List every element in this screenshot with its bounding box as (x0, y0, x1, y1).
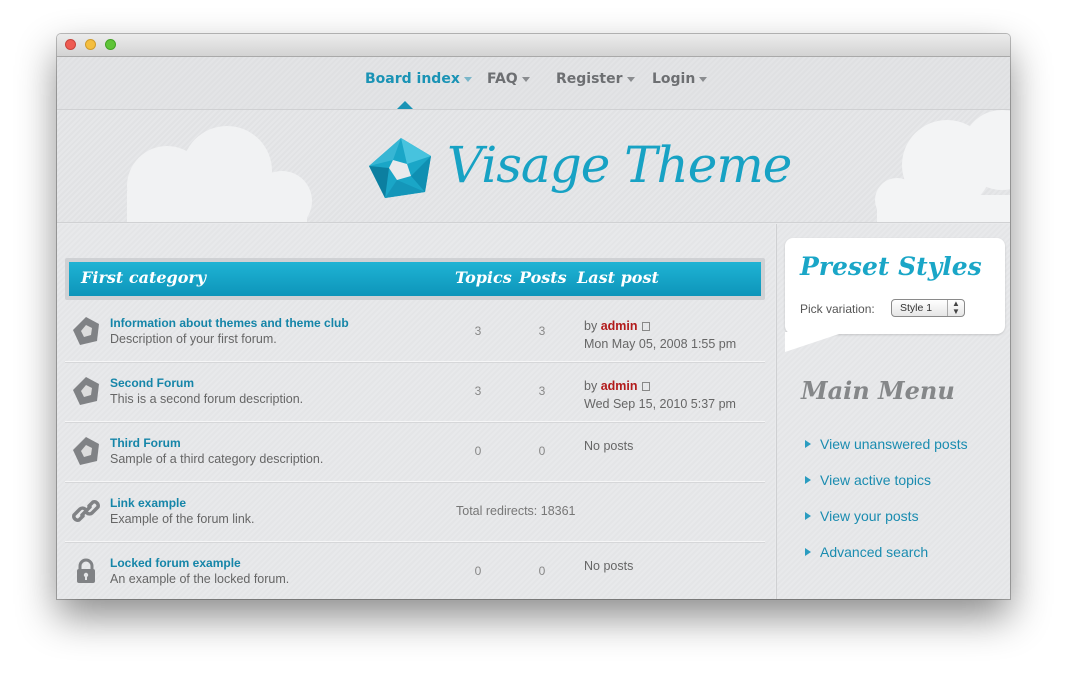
menu-link-label: View unanswered posts (820, 436, 968, 452)
col-posts-header: Posts (519, 268, 567, 287)
selected-style-value: Style 1 (900, 302, 933, 314)
last-post-by: by (584, 319, 598, 333)
forum-title-link[interactable]: Link example (110, 496, 186, 510)
menu-link-label: View active topics (820, 472, 932, 488)
bullet-arrow-icon (805, 548, 811, 556)
zoom-window-button[interactable] (105, 39, 116, 50)
forum-row: Locked forum example An example of the l… (65, 542, 765, 599)
posts-count: 0 (538, 444, 546, 458)
posts-count: 3 (538, 384, 546, 398)
nav-register-label: Register (556, 71, 623, 87)
col-topics-header: Topics (455, 268, 512, 287)
forum-read-icon (73, 437, 99, 465)
visage-logo-icon (369, 138, 431, 198)
forum-description: Description of your first forum. (110, 332, 277, 346)
last-post-date: Mon May 05, 2008 1:55 pm (584, 337, 737, 351)
posts-count: 3 (538, 324, 546, 338)
menu-link-label: View your posts (820, 508, 919, 524)
menu-link-your-posts[interactable]: View your posts (805, 508, 919, 524)
forum-title-link[interactable]: Locked forum example (110, 556, 241, 570)
logo-text: Visage Theme (447, 136, 792, 194)
last-post-by: by (584, 379, 598, 393)
col-last-post-header: Last post (577, 268, 659, 287)
menu-link-label: Advanced search (820, 544, 929, 560)
forum-title-link[interactable]: Information about themes and theme club (110, 316, 349, 330)
last-post-author-link[interactable]: admin (601, 379, 638, 393)
forum-description: An example of the locked forum. (110, 572, 290, 586)
pick-variation-label: Pick variation: (800, 302, 875, 316)
last-post-author-link[interactable]: admin (601, 319, 638, 333)
last-post-info: by admin Mon May 05, 2008 1:55 pm (584, 317, 736, 353)
bullet-arrow-icon (805, 476, 811, 484)
chevron-down-icon (521, 76, 530, 82)
main-menu-title: Main Menu (801, 376, 955, 405)
category-header: First category Topics Posts Last post (69, 262, 761, 296)
menu-link-advanced-search[interactable]: Advanced search (805, 544, 928, 560)
forum-description: This is a second forum description. (110, 392, 304, 406)
style-variation-select[interactable]: Style 1 ▲ ▼ (891, 299, 965, 317)
menu-link-active-topics[interactable]: View active topics (805, 472, 931, 488)
forum-row: Second Forum This is a second forum desc… (65, 362, 765, 422)
category-title[interactable]: First category (81, 268, 206, 287)
view-latest-post-icon[interactable] (641, 322, 650, 331)
chevron-down-icon (699, 76, 708, 82)
select-arrows-icon: ▲ ▼ (947, 300, 964, 316)
speech-tail-icon (785, 332, 845, 352)
forum-list: First category Topics Posts Last post In… (57, 224, 775, 599)
bullet-arrow-icon (805, 440, 811, 448)
nav-register[interactable]: Register (556, 71, 635, 87)
chevron-down-icon (626, 76, 635, 82)
cloud-decoration-icon (127, 126, 312, 222)
forum-row: Information about themes and theme club … (65, 302, 765, 362)
forum-title-link[interactable]: Third Forum (110, 436, 181, 450)
preset-styles-title: Preset Styles (800, 252, 982, 281)
last-post-date: Wed Sep 15, 2010 5:37 pm (584, 397, 736, 411)
nav-login-label: Login (652, 71, 696, 87)
nav-board-index-label: Board index (365, 71, 460, 87)
topics-count: 0 (474, 444, 482, 458)
category-header-frame: First category Topics Posts Last post (65, 258, 765, 300)
topics-count: 3 (474, 384, 482, 398)
nav-board-index[interactable]: Board index (365, 71, 472, 87)
minimize-window-button[interactable] (85, 39, 96, 50)
chevron-down-icon (463, 76, 472, 82)
bullet-arrow-icon (805, 512, 811, 520)
forum-description: Example of the forum link. (110, 512, 255, 526)
window-titlebar (57, 34, 1010, 57)
posts-count: 0 (538, 564, 546, 578)
forum-read-icon (73, 317, 99, 345)
last-post-info: No posts (584, 439, 634, 453)
close-window-button[interactable] (65, 39, 76, 50)
topics-count: 3 (474, 324, 482, 338)
nav-faq[interactable]: FAQ (487, 71, 530, 87)
browser-window: Board index FAQ Register Login Visage Th… (57, 34, 1010, 599)
lock-icon (77, 558, 95, 583)
last-post-info: No posts (584, 559, 634, 573)
preset-styles-box: Preset Styles Pick variation: Style 1 ▲ ▼ (785, 238, 1005, 334)
forum-title-link[interactable]: Second Forum (110, 376, 194, 390)
view-latest-post-icon[interactable] (641, 382, 650, 391)
sidebar: Preset Styles Pick variation: Style 1 ▲ ▼… (776, 224, 1010, 599)
cloud-decoration-icon (875, 110, 1010, 222)
forum-read-icon (73, 377, 99, 405)
forum-description: Sample of a third category description. (110, 452, 324, 466)
topics-count: 0 (474, 564, 482, 578)
nav-faq-label: FAQ (487, 71, 518, 87)
top-navigation: Board index FAQ Register Login (57, 57, 1010, 110)
site-banner: Visage Theme (57, 110, 1010, 223)
last-post-info: by admin Wed Sep 15, 2010 5:37 pm (584, 377, 736, 413)
menu-link-unanswered[interactable]: View unanswered posts (805, 436, 968, 452)
nav-login[interactable]: Login (652, 71, 708, 87)
active-nav-pointer-icon (397, 101, 413, 109)
forum-row: Link example Example of the forum link. … (65, 482, 765, 542)
link-icon (72, 500, 100, 522)
total-redirects: Total redirects: 18361 (456, 504, 576, 518)
forum-row: Third Forum Sample of a third category d… (65, 422, 765, 482)
